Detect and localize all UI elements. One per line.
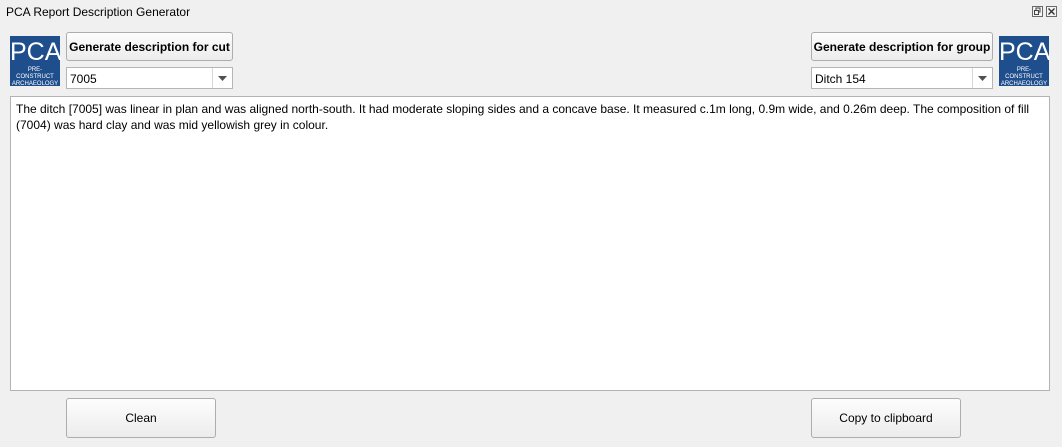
logo-text: PCA	[10, 38, 62, 66]
title-bar: PCA Report Description Generator	[0, 0, 1062, 24]
logo-subtext: PRE-CONSTRUCT ARCHAEOLOGY	[999, 67, 1049, 88]
generate-group-button[interactable]: Generate description for group	[811, 32, 993, 61]
window-title: PCA Report Description Generator	[6, 5, 191, 19]
logo-subtext-line2: ARCHAEOLOGY	[1000, 81, 1048, 87]
restore-icon[interactable]	[1032, 6, 1043, 17]
group-select[interactable]: Ditch 154	[811, 67, 993, 89]
generate-cut-button[interactable]: Generate description for cut	[66, 32, 233, 61]
cut-select[interactable]: 7005	[66, 67, 233, 89]
logo-subtext: PRE-CONSTRUCT ARCHAEOLOGY	[10, 67, 60, 88]
logo-text: PCA	[999, 38, 1051, 66]
cut-select-value: 7005	[70, 72, 97, 86]
pca-logo-right: PCA PRE-CONSTRUCT ARCHAEOLOGY	[999, 36, 1051, 88]
logo-subtext-line1: PRE-CONSTRUCT	[16, 67, 54, 80]
description-text: The ditch [7005] was linear in plan and …	[16, 102, 1030, 132]
group-select-value: Ditch 154	[815, 72, 866, 86]
chevron-down-icon[interactable]	[972, 68, 992, 88]
description-textarea[interactable]: The ditch [7005] was linear in plan and …	[10, 96, 1050, 391]
chevron-down-icon[interactable]	[212, 68, 232, 88]
pca-logo-left: PCA PRE-CONSTRUCT ARCHAEOLOGY	[10, 36, 62, 88]
logo-subtext-line1: PRE-CONSTRUCT	[1005, 67, 1043, 80]
clean-button[interactable]: Clean	[66, 398, 216, 438]
logo-subtext-line2: ARCHAEOLOGY	[11, 81, 59, 87]
close-icon[interactable]	[1046, 6, 1057, 17]
copy-to-clipboard-button[interactable]: Copy to clipboard	[811, 398, 961, 438]
